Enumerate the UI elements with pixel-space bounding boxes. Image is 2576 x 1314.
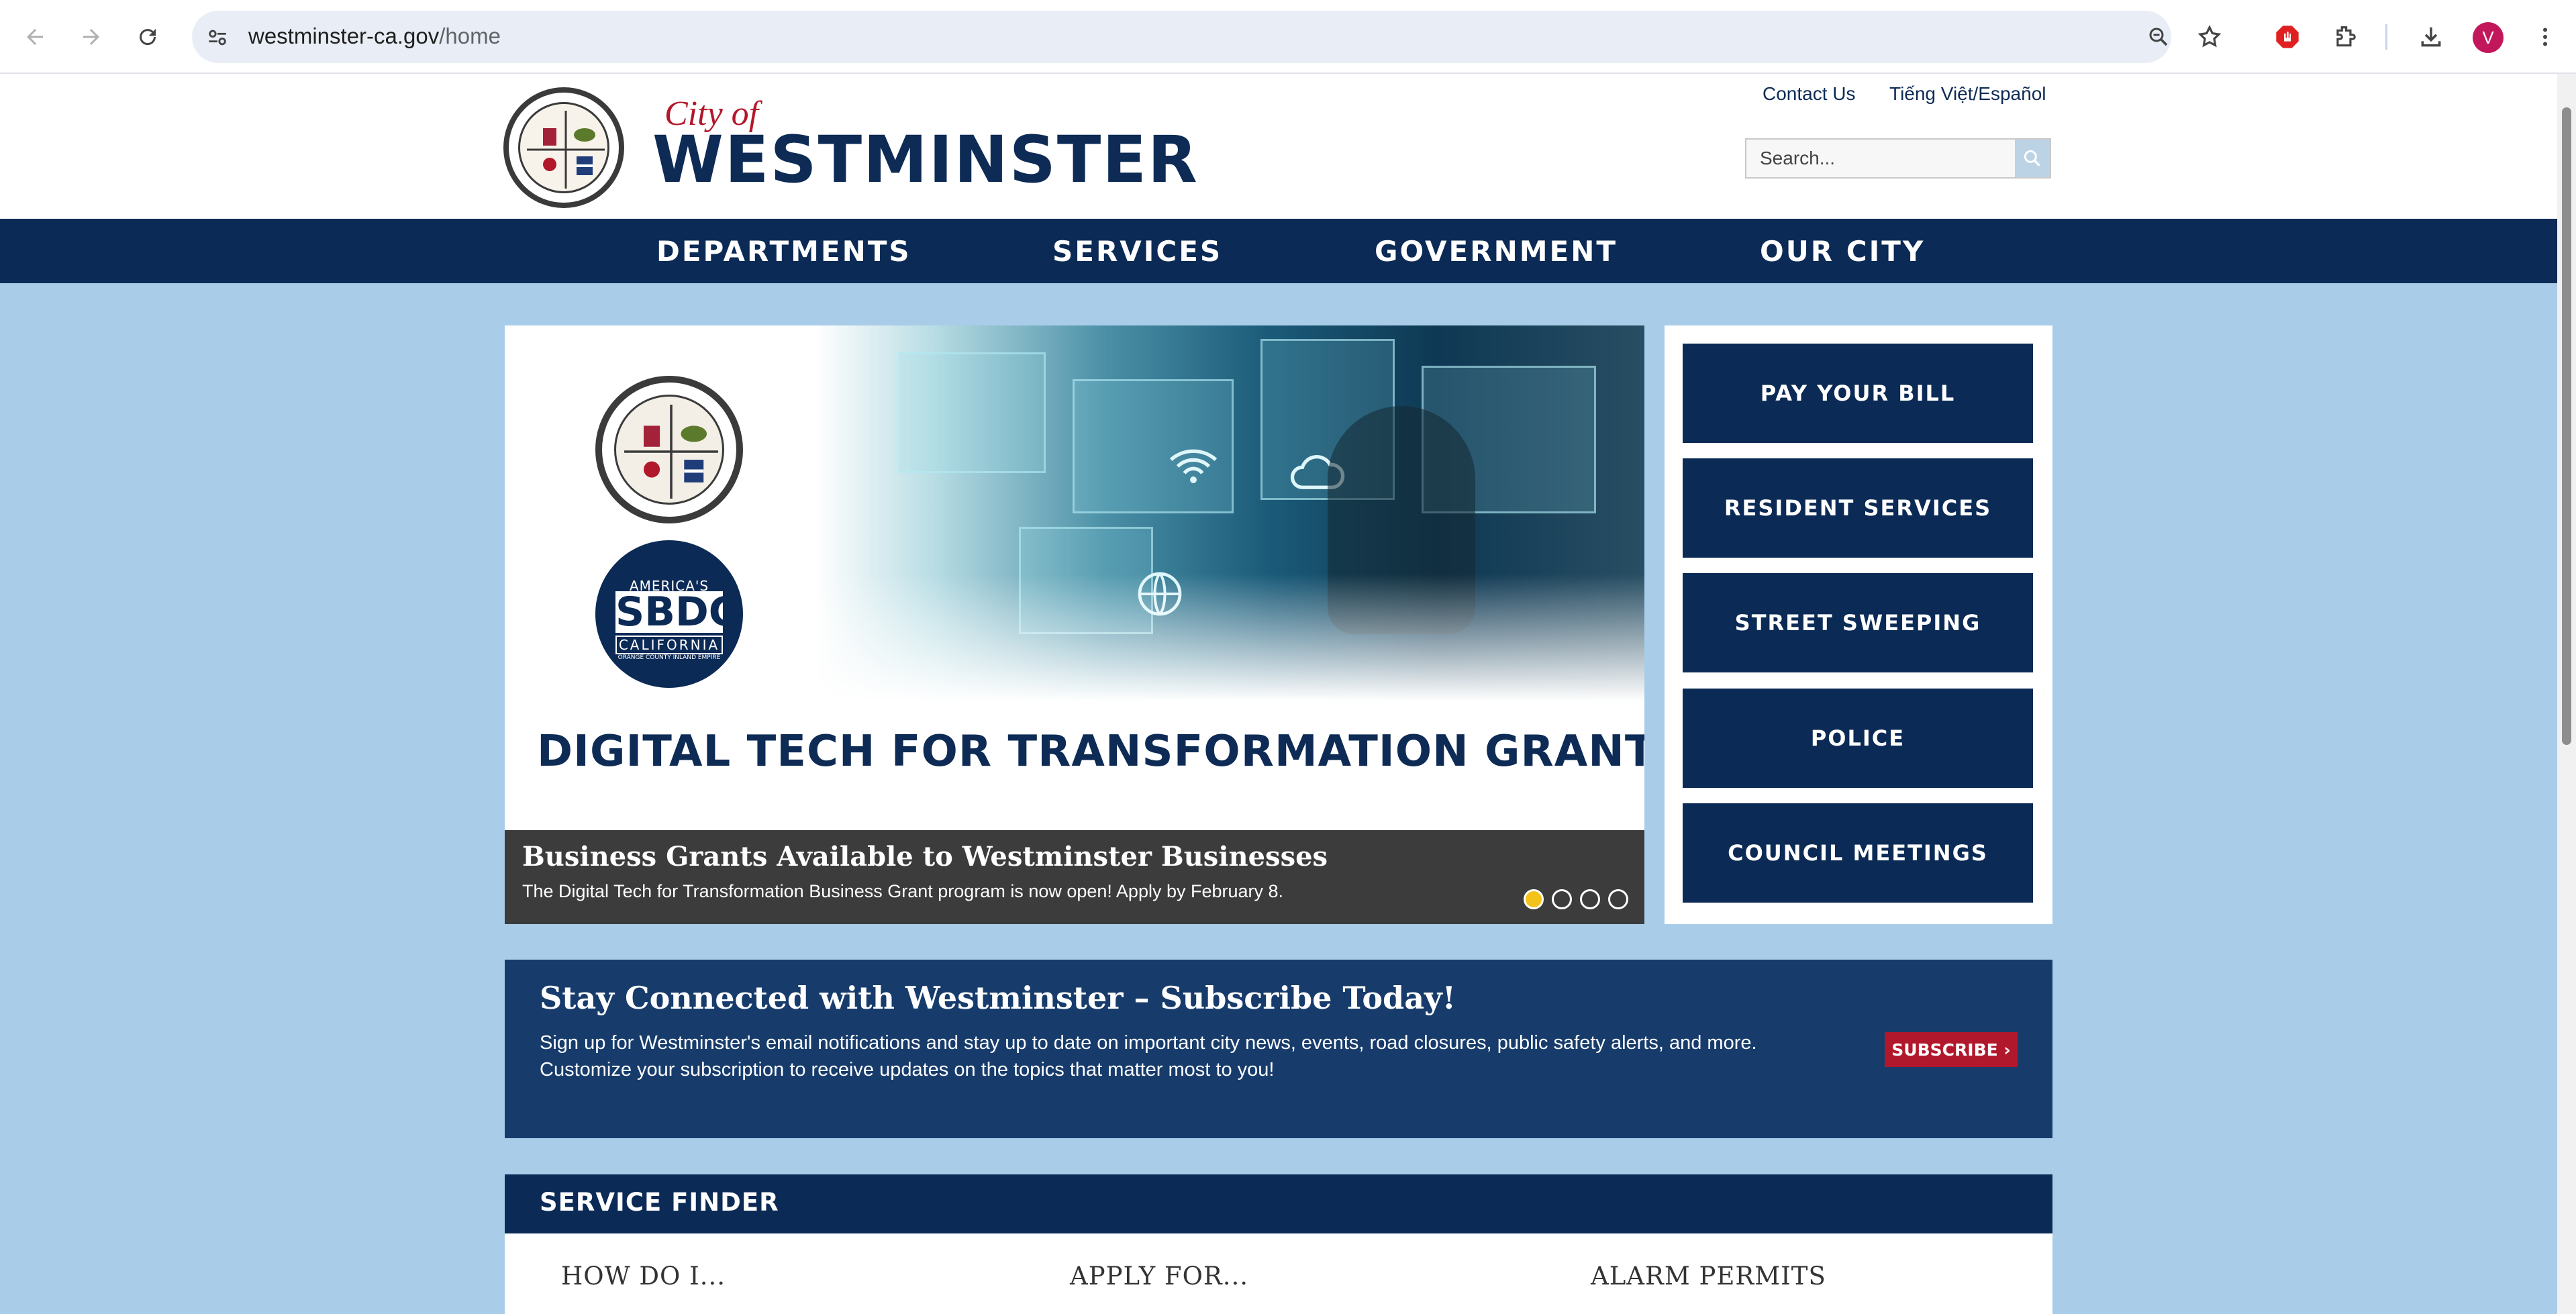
service-finder-header: SERVICE FINDER (505, 1174, 2052, 1233)
slide-indicators (1524, 889, 1628, 909)
bookmark-star-icon[interactable] (2192, 19, 2227, 54)
subscribe-button[interactable]: SUBSCRIBE › (1885, 1032, 2018, 1067)
search-icon (2024, 150, 2040, 166)
street-sweeping-button[interactable]: STREET SWEEPING (1683, 573, 2033, 672)
sbdc-mid-text: SBDC (615, 589, 738, 636)
nav-government[interactable]: GOVERNMENT (1375, 219, 1618, 283)
nav-our-city[interactable]: OUR CITY (1760, 219, 1925, 283)
slide-caption-description: The Digital Tech for Transformation Busi… (522, 881, 1284, 901)
sbdc-sub-text: ORANGE COUNTY INLAND EMPIRE (617, 654, 721, 661)
reload-icon[interactable] (130, 19, 165, 54)
subscribe-body: Sign up for Westminster's email notifica… (540, 1032, 1757, 1080)
hero-tech-image (818, 325, 1644, 701)
service-finder-title: SERVICE FINDER (540, 1188, 779, 1217)
slide-dot-2[interactable] (1552, 889, 1572, 909)
site-header: City of WESTMINSTER Contact Us Tiếng Việ… (0, 74, 2557, 219)
nav-services[interactable]: SERVICES (1052, 219, 1222, 283)
scrollbar-thumb[interactable] (2562, 107, 2571, 745)
browser-toolbar: westminster-ca.gov/home V (0, 0, 2576, 74)
nav-departments[interactable]: DEPARTMENTS (656, 219, 911, 283)
finder-alarm-permits[interactable]: ALARM PERMITS (1591, 1262, 1826, 1291)
quick-links-panel: PAY YOUR BILL RESIDENT SERVICES STREET S… (1665, 325, 2052, 924)
resident-services-button[interactable]: RESIDENT SERVICES (1683, 458, 2033, 558)
zoom-icon[interactable] (2141, 19, 2176, 54)
forward-icon[interactable] (74, 19, 109, 54)
service-finder-body: HOW DO I... APPLY FOR... ALARM PERMITS (505, 1233, 2052, 1314)
toolbar-divider (2385, 24, 2387, 50)
brand-name-text[interactable]: WESTMINSTER (652, 122, 1199, 197)
sbdc-bottom-text: CALIFORNIA (615, 636, 723, 654)
back-icon[interactable] (17, 19, 52, 54)
subscribe-banner: Stay Connected with Westminster – Subscr… (505, 960, 2052, 1138)
main-navigation: DEPARTMENTS SERVICES GOVERNMENT OUR CITY (0, 219, 2557, 283)
search-input[interactable] (1746, 140, 2015, 177)
finder-apply-for[interactable]: APPLY FOR... (1070, 1262, 1248, 1291)
language-link[interactable]: Tiếng Việt/Español (1889, 83, 2046, 105)
profile-avatar[interactable]: V (2473, 22, 2504, 53)
page: City of WESTMINSTER Contact Us Tiếng Việ… (0, 74, 2557, 1314)
url-path: /home (439, 23, 501, 48)
sbdc-logo: AMERICA'S SBDC CALIFORNIA ORANGE COUNTY … (595, 540, 743, 688)
extensions-icon[interactable] (2328, 19, 2363, 54)
hero-headline: DIGITAL TECH FOR TRANSFORMATION GRANT (537, 727, 1644, 776)
council-meetings-button[interactable]: COUNCIL MEETINGS (1683, 803, 2033, 903)
slide-dot-1[interactable] (1524, 889, 1544, 909)
slide-caption: Business Grants Available to Westminster… (505, 830, 1644, 924)
page-scrollbar[interactable] (2557, 74, 2576, 1314)
site-search (1745, 138, 2051, 179)
slide-caption-title[interactable]: Business Grants Available to Westminster… (522, 841, 1328, 872)
url-text: westminster-ca.gov/home (248, 23, 501, 49)
adblock-extension-icon[interactable] (2270, 19, 2305, 54)
subscribe-title: Stay Connected with Westminster – Subscr… (540, 980, 1456, 1016)
pay-your-bill-button[interactable]: PAY YOUR BILL (1683, 344, 2033, 443)
hero-slider[interactable]: AMERICA'S SBDC CALIFORNIA ORANGE COUNTY … (505, 325, 1644, 924)
search-button[interactable] (2015, 140, 2050, 177)
download-icon[interactable] (2414, 19, 2448, 54)
menu-kebab-icon[interactable] (2528, 19, 2563, 54)
slide-dot-4[interactable] (1608, 889, 1628, 909)
url-host: westminster-ca.gov (248, 23, 440, 48)
city-seal-graphic (595, 376, 743, 523)
city-seal-logo[interactable] (503, 87, 624, 208)
address-bar[interactable]: westminster-ca.gov/home (192, 11, 2171, 63)
finder-how-do-i[interactable]: HOW DO I... (561, 1262, 726, 1291)
site-settings-icon[interactable] (203, 23, 232, 52)
contact-us-link[interactable]: Contact Us (1763, 83, 1856, 105)
slide-dot-3[interactable] (1580, 889, 1600, 909)
police-button[interactable]: POLICE (1683, 689, 2033, 788)
